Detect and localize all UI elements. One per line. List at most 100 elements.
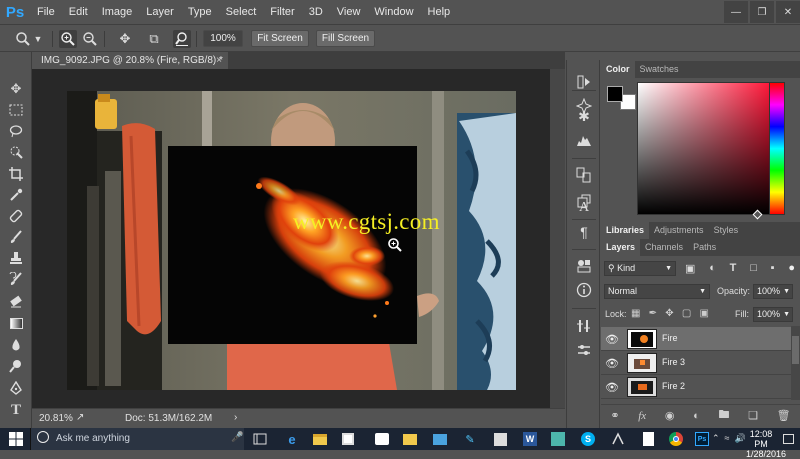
filter-toggle-icon[interactable]: ●: [788, 262, 795, 276]
move-tool-icon[interactable]: ✥: [7, 80, 25, 98]
tab-color[interactable]: Color: [601, 61, 635, 78]
menu-image[interactable]: Image: [95, 0, 140, 24]
app-icon[interactable]: [550, 431, 566, 447]
visibility-eye-icon[interactable]: 👁: [605, 380, 619, 394]
windows-start-icon[interactable]: [8, 431, 24, 447]
menu-view[interactable]: View: [330, 0, 368, 24]
add-mask-icon[interactable]: ◉: [665, 409, 675, 422]
app-icon[interactable]: [374, 431, 390, 447]
zoom-in-icon[interactable]: [59, 30, 77, 48]
filter-shape-icon[interactable]: □: [750, 262, 757, 276]
brush-tool-icon[interactable]: [7, 228, 25, 246]
color-spectrum[interactable]: [637, 82, 784, 215]
photoshop-taskbar-icon[interactable]: Ps: [694, 431, 710, 447]
filter-pixel-icon[interactable]: ▣: [685, 262, 695, 276]
status-menu-arrow[interactable]: ›: [234, 412, 237, 423]
brush-presets-icon[interactable]: [574, 165, 594, 185]
link-layers-icon[interactable]: ⚭: [610, 409, 619, 422]
file-explorer-icon[interactable]: [312, 431, 328, 447]
visibility-eye-icon[interactable]: 👁: [605, 356, 619, 370]
tab-swatches[interactable]: Swatches: [635, 61, 684, 78]
lock-pixels-icon[interactable]: ✒: [649, 308, 657, 320]
document-icon[interactable]: [640, 431, 656, 447]
delete-layer-icon[interactable]: 🗑: [777, 409, 791, 422]
word-icon[interactable]: W: [522, 431, 538, 447]
new-layer-icon[interactable]: ❏: [748, 409, 758, 422]
visibility-eye-icon[interactable]: 👁: [605, 332, 619, 346]
tab-libraries[interactable]: Libraries: [601, 222, 650, 239]
skype-icon[interactable]: S: [580, 431, 596, 447]
menu-help[interactable]: Help: [421, 0, 458, 24]
layers-scrollbar[interactable]: [791, 326, 800, 400]
libraries-icon[interactable]: [574, 256, 594, 276]
layer-row[interactable]: 👁 Fire: [601, 327, 791, 351]
lock-all-icon[interactable]: ▣: [700, 308, 709, 320]
marquee-tool-icon[interactable]: [7, 101, 25, 119]
layer-row[interactable]: 👁 Fire 2: [601, 375, 791, 399]
lock-position-icon[interactable]: ✥: [665, 308, 673, 320]
scrubby-zoom-icon[interactable]: [173, 30, 191, 48]
menu-file[interactable]: File: [30, 0, 62, 24]
task-view-icon[interactable]: [252, 431, 268, 447]
crop-tool-icon[interactable]: [7, 165, 25, 183]
opacity-field[interactable]: 100% ▼: [753, 284, 793, 299]
layer-row[interactable]: 👁 Fire 3: [601, 351, 791, 375]
menu-type[interactable]: Type: [181, 0, 219, 24]
microphone-icon[interactable]: 🎤: [231, 432, 243, 443]
wifi-icon[interactable]: ≈: [725, 433, 730, 444]
close-icon[interactable]: ×: [216, 52, 222, 69]
filter-smart-object-icon[interactable]: ▪: [771, 262, 775, 276]
photos-icon[interactable]: [432, 431, 448, 447]
quick-selection-tool-icon[interactable]: [7, 143, 25, 161]
menu-3d[interactable]: 3D: [302, 0, 330, 24]
tab-layers[interactable]: Layers: [601, 239, 641, 256]
new-adjustment-icon[interactable]: ◐: [693, 410, 700, 422]
fx-button[interactable]: fx: [638, 410, 646, 422]
filter-type-icon[interactable]: T: [730, 262, 737, 276]
clone-stamp-tool-icon[interactable]: [7, 249, 25, 267]
menu-window[interactable]: Window: [367, 0, 420, 24]
foreground-color-swatch[interactable]: [607, 86, 623, 102]
blend-mode-select[interactable]: Normal ▼: [604, 284, 710, 299]
filter-adjustment-icon[interactable]: ◐: [709, 262, 716, 276]
zoom-level-field[interactable]: 100%: [203, 30, 243, 47]
paint-icon[interactable]: ✎: [462, 431, 478, 447]
canvas-area[interactable]: www.cgtsj.com: [32, 69, 550, 408]
type-tool-icon[interactable]: T: [7, 401, 25, 419]
zoom-readout[interactable]: 20.81%: [39, 413, 73, 424]
edge-browser-icon[interactable]: e: [284, 431, 300, 447]
restore-button[interactable]: ❐: [750, 1, 774, 23]
minimize-button[interactable]: —: [724, 1, 748, 23]
hue-slider[interactable]: [769, 82, 785, 215]
resize-windows-icon[interactable]: ✥: [116, 30, 134, 48]
pen-tool-icon[interactable]: [7, 379, 25, 397]
menu-edit[interactable]: Edit: [62, 0, 95, 24]
adjustments-icon[interactable]: ✱: [574, 106, 594, 126]
eyedropper-tool-icon[interactable]: [7, 186, 25, 204]
store-icon[interactable]: [340, 431, 356, 447]
fill-field[interactable]: 100% ▼: [753, 307, 793, 322]
zoom-out-icon[interactable]: [81, 30, 99, 48]
chevron-down-icon[interactable]: ▼: [32, 30, 44, 48]
lock-transparent-icon[interactable]: ▦: [631, 308, 640, 320]
layer-filter-select[interactable]: ⚲ Kind ▼: [604, 261, 676, 276]
character-icon[interactable]: A: [574, 198, 594, 218]
taskbar-clock[interactable]: 12:08 PM 1/28/2016: [746, 429, 786, 459]
history-brush-tool-icon[interactable]: [7, 270, 25, 288]
paragraph-icon[interactable]: ¶: [574, 222, 594, 242]
lasso-tool-icon[interactable]: [7, 122, 25, 140]
info-icon[interactable]: [574, 280, 594, 300]
histogram-icon[interactable]: [574, 130, 594, 150]
tab-channels[interactable]: Channels: [640, 239, 688, 256]
menu-filter[interactable]: Filter: [263, 0, 301, 24]
document-canvas[interactable]: www.cgtsj.com: [67, 91, 516, 390]
zoom-tool-icon[interactable]: [14, 30, 32, 48]
fit-screen-button[interactable]: Fit Screen: [251, 30, 309, 47]
menu-layer[interactable]: Layer: [139, 0, 181, 24]
eraser-tool-icon[interactable]: [7, 292, 25, 310]
blur-tool-icon[interactable]: [7, 336, 25, 354]
app-icon[interactable]: [610, 431, 626, 447]
canvas-scrollbar[interactable]: [550, 69, 565, 408]
tab-styles[interactable]: Styles: [709, 222, 744, 239]
new-group-icon[interactable]: 🖿: [718, 406, 729, 425]
